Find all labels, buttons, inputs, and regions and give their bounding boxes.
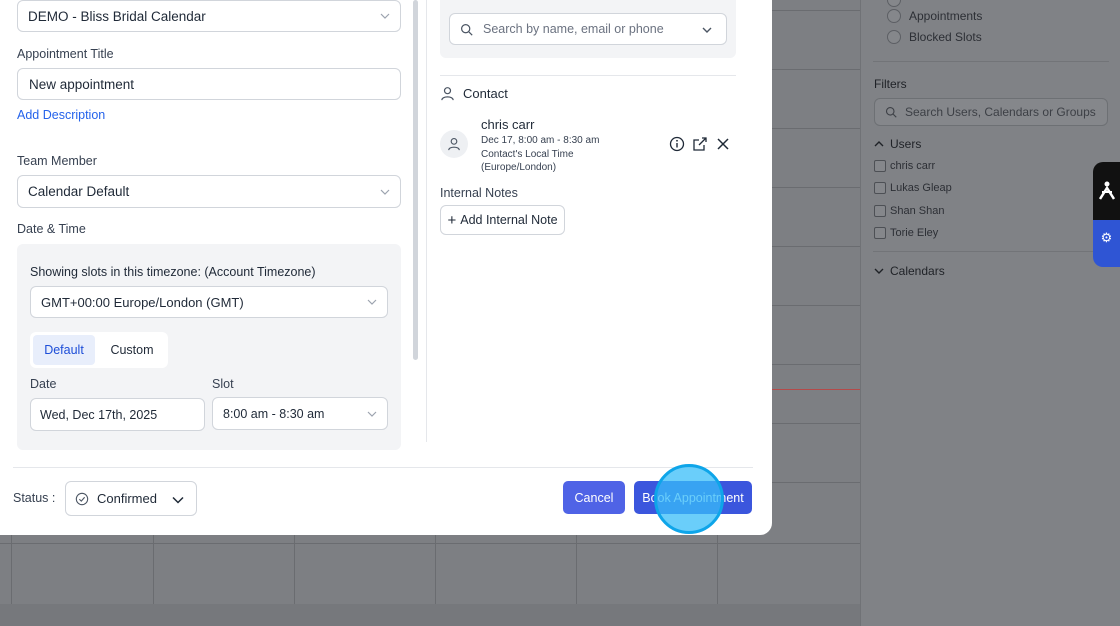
user-icon [448,138,460,151]
slot-label: Slot [212,377,234,391]
user-filter-torie-eley[interactable]: Torie Eley [874,227,938,239]
users-heading: Users [890,137,922,151]
status-value: Confirmed [97,491,157,506]
slot-select[interactable]: 8:00 am - 8:30 am [212,397,388,430]
filter-search-input[interactable]: Search Users, Calendars or Groups [874,98,1108,126]
user-filter-label: Shan Shan [890,205,945,217]
user-filter-label: chris carr [890,160,936,172]
team-member-value: Calendar Default [28,184,130,199]
user-filter-label: Lukas Gleap [890,182,952,194]
calendars-group-toggle[interactable]: Calendars [874,264,945,278]
plus-icon: + [447,211,457,229]
contact-heading-row: Contact [440,86,508,101]
contact-name: chris carr [481,117,535,132]
sidebar-divider [873,251,1109,252]
appointment-title-value: New appointment [29,76,135,92]
timezone-note: Showing slots in this timezone: (Account… [30,265,316,279]
calendar-footer-background [0,604,860,626]
contact-divider [440,75,736,76]
calendar-sidebar: Appointments Blocked Slots Filters Searc… [860,0,1120,626]
view-option-hidden[interactable] [887,0,901,7]
appointment-title-label: Appointment Title [17,47,114,61]
checkbox[interactable] [874,160,886,172]
calendars-heading: Calendars [890,264,945,278]
gear-icon: ⚙ [1100,230,1113,245]
search-icon [461,23,473,36]
status-select[interactable]: Confirmed [65,481,197,516]
sidebar-divider [873,61,1109,62]
chevron-down-icon [702,27,712,33]
close-icon[interactable] [715,136,731,152]
appointment-details-column: DEMO - Bliss Bridal Calendar Appointment… [0,0,425,450]
contact-search-placeholder: Search by name, email or phone [483,22,664,36]
status-label: Status : [13,491,56,505]
contact-local-time-label: Contact's Local Time [481,149,574,160]
team-member-label: Team Member [17,154,97,168]
radio-icon [887,9,901,23]
date-value: Wed, Dec 17th, 2025 [40,407,158,422]
filter-search-placeholder: Search Users, Calendars or Groups [905,105,1096,119]
floating-help-widget[interactable]: ⚙ [1093,162,1120,267]
chevron-down-icon [367,299,377,305]
contact-appointment-time: Dec 17, 8:00 am - 8:30 am [481,135,600,146]
contact-heading: Contact [463,86,508,101]
slot-mode-toggle: Default Custom [30,332,168,368]
chevron-up-icon [874,141,884,147]
date-time-label: Date & Time [17,222,86,236]
checkbox[interactable] [874,205,886,217]
chevron-down-icon [367,411,377,417]
user-filter-label: Torie Eley [890,227,939,239]
view-option-label: Appointments [909,9,983,23]
calendar-select[interactable]: DEMO - Bliss Bridal Calendar [17,0,401,32]
timezone-value: GMT+00:00 Europe/London (GMT) [41,294,244,310]
view-option-appointments[interactable]: Appointments [887,9,982,23]
user-filter-lukas-gleap[interactable]: Lukas Gleap [874,182,952,194]
filters-heading: Filters [874,77,907,91]
contact-search-input[interactable]: Search by name, email or phone [449,13,727,45]
user-icon [441,87,454,101]
search-icon [885,106,897,118]
slot-mode-default-tab[interactable]: Default [33,335,95,365]
internal-notes-label: Internal Notes [440,186,518,200]
view-option-blocked-slots[interactable]: Blocked Slots [887,30,982,44]
chevron-down-icon [380,189,390,195]
contact-search-panel: Search by name, email or phone [440,0,736,58]
calendar-select-value: DEMO - Bliss Bridal Calendar [28,8,206,24]
modal-scrollbar[interactable] [413,0,418,360]
user-filter-shan-shan[interactable]: Shan Shan [874,205,944,217]
date-label: Date [30,377,57,391]
cancel-button[interactable]: Cancel [563,481,625,514]
check-circle-icon [75,492,89,505]
chevron-down-icon [380,13,390,19]
chevron-down-icon [874,268,884,274]
footer-divider [13,467,753,468]
users-group-toggle[interactable]: Users [874,137,921,151]
contact-avatar [440,130,468,158]
team-member-select[interactable]: Calendar Default [17,175,401,208]
checkbox[interactable] [874,182,886,194]
timezone-select[interactable]: GMT+00:00 Europe/London (GMT) [30,286,388,318]
person-icon [1098,181,1115,200]
slot-mode-custom-tab[interactable]: Custom [99,335,165,365]
current-time-indicator [760,389,860,390]
click-indicator [654,464,724,534]
date-time-panel: Showing slots in this timezone: (Account… [17,244,401,450]
contact-local-timezone: (Europe/London) [481,162,557,173]
radio-icon [887,30,901,44]
slot-value: 8:00 am - 8:30 am [223,406,325,421]
add-internal-note-button[interactable]: + Add Internal Note [440,205,565,235]
appointment-title-input[interactable]: New appointment [17,68,401,100]
add-description-link[interactable]: Add Description [17,108,105,122]
add-internal-note-label: Add Internal Note [460,213,558,227]
column-divider [426,0,427,442]
view-option-label: Blocked Slots [909,30,982,44]
date-input[interactable]: Wed, Dec 17th, 2025 [30,398,205,431]
info-icon[interactable] [669,136,685,152]
external-link-icon[interactable] [692,136,708,152]
user-filter-chris-carr[interactable]: chris carr [874,160,935,172]
checkbox[interactable] [874,227,886,239]
chevron-down-icon [172,496,184,504]
new-appointment-modal: DEMO - Bliss Bridal Calendar Appointment… [0,0,772,535]
